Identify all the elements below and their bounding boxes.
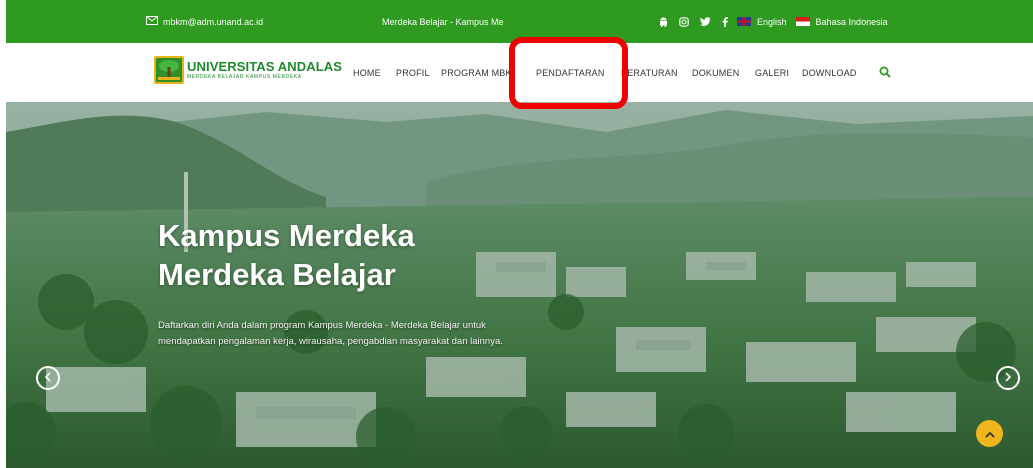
logo-text: UNIVERSITAS ANDALAS MERDEKA BELAJAR KAMP…	[187, 58, 343, 81]
search-icon[interactable]	[879, 65, 891, 83]
instagram-icon[interactable]	[679, 16, 689, 27]
nav-program-mbkm[interactable]: PROGRAM MBK	[441, 43, 512, 102]
chevron-left-icon	[44, 369, 52, 387]
nav-dokumen[interactable]: DOKUMEN	[692, 43, 739, 102]
uk-flag-icon	[737, 17, 751, 26]
mail-icon	[146, 16, 158, 27]
hero-title-line-1: Kampus Merdeka	[158, 218, 415, 253]
hero-description: Daftarkan diri Anda dalam program Kampus…	[158, 320, 503, 347]
university-emblem-icon	[154, 56, 184, 84]
scroll-to-top-button[interactable]	[976, 420, 1003, 447]
site-logo[interactable]: UNIVERSITAS ANDALAS MERDEKA BELAJAR KAMP…	[154, 56, 342, 84]
indonesia-flag-icon	[795, 17, 810, 26]
twitter-icon[interactable]	[700, 17, 711, 26]
lang-indonesia[interactable]: Bahasa Indonesia	[816, 17, 888, 27]
nav-peraturan[interactable]: PERATURAN	[621, 43, 678, 102]
hero-title: Kampus Merdeka Merdeka Belajar	[158, 216, 415, 294]
android-icon[interactable]	[659, 16, 668, 27]
hero-slider: Kampus Merdeka Merdeka Belajar Daftarkan…	[6, 102, 1033, 468]
facebook-icon[interactable]	[722, 16, 728, 27]
logo-name: UNIVERSITAS ANDALAS	[187, 58, 343, 74]
logo-subtitle: MERDEKA BELAJAR KAMPUS MERDEKA	[187, 73, 302, 80]
lang-english[interactable]: English	[757, 17, 787, 27]
pendaftaran-highlight-box	[509, 37, 628, 109]
slider-prev-button[interactable]	[36, 366, 60, 390]
hero-title-line-2: Merdeka Belajar	[158, 257, 396, 292]
nav-download[interactable]: DOWNLOAD	[802, 43, 857, 102]
chevron-right-icon	[1004, 369, 1012, 387]
nav-galeri[interactable]: GALERI	[755, 43, 789, 102]
chevron-up-icon	[984, 425, 995, 443]
topbar-tagline: Merdeka Belajar - Kampus Me	[382, 16, 504, 27]
nav-home[interactable]: HOME	[353, 43, 381, 102]
social-links	[659, 0, 728, 43]
contact-email[interactable]: mbkm@adm.unand.ac.id	[146, 0, 263, 43]
nav-profil[interactable]: PROFIL	[396, 43, 430, 102]
language-switcher: English Bahasa Indonesia	[737, 0, 888, 43]
slider-next-button[interactable]	[996, 366, 1020, 390]
email-text: mbkm@adm.unand.ac.id	[163, 16, 264, 27]
